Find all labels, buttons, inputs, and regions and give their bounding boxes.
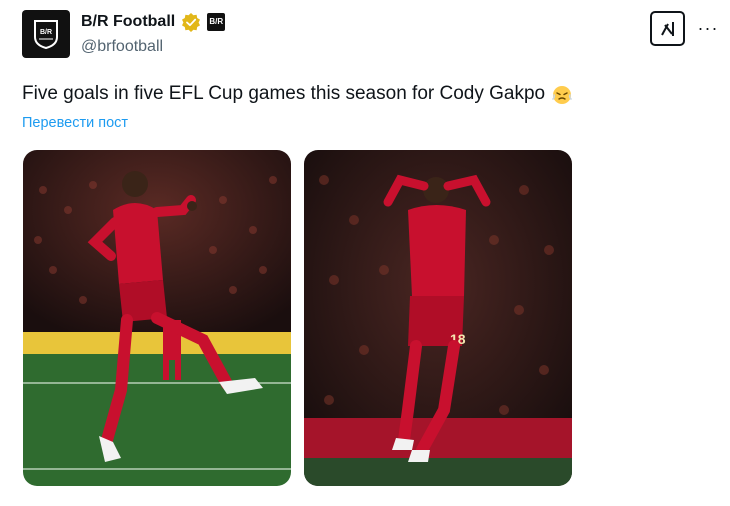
tweet-body: Five goals in five EFL Cup games this se…	[22, 83, 546, 104]
display-name[interactable]: B/R Football	[81, 13, 175, 31]
steaming-face-emoji-icon	[552, 86, 572, 104]
media-photo-2[interactable]: 18	[304, 150, 572, 486]
media-photo-1[interactable]	[23, 150, 291, 486]
verified-badge-icon	[182, 13, 201, 32]
br-shield-logo-icon: B/R	[34, 20, 58, 49]
svg-text:B/R: B/R	[40, 29, 52, 36]
more-dots-icon: ···	[697, 17, 719, 38]
grok-icon	[660, 21, 674, 36]
affiliate-badge[interactable]: B/R	[207, 13, 226, 31]
player-celebration-photo: 18	[304, 150, 572, 486]
player-celebration-photo	[23, 150, 291, 486]
more-options-button[interactable]: ···	[696, 16, 720, 40]
account-handle[interactable]: @brfootball	[81, 38, 163, 56]
account-name-row: B/R Football B/R	[81, 12, 226, 32]
avatar[interactable]: B/R	[22, 10, 70, 58]
translate-post-link[interactable]: Перевести пост	[22, 115, 128, 131]
tweet-text: Five goals in five EFL Cup games this se…	[22, 83, 573, 105]
grok-button[interactable]	[650, 11, 685, 46]
